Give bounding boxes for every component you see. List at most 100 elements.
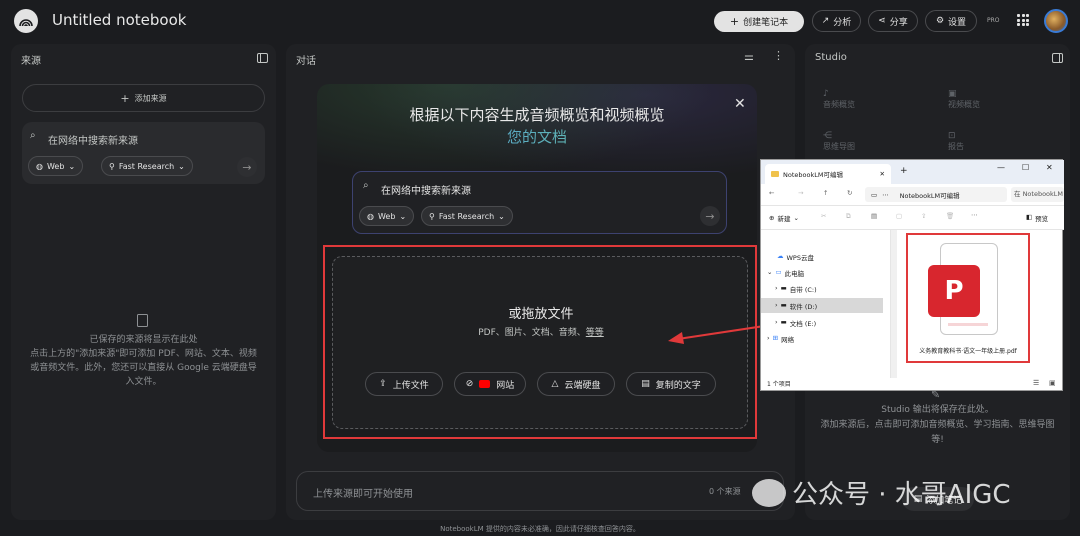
paste-text-button[interactable]: ▤ 复制的文字 — [626, 372, 716, 396]
disclaimer: NotebookLM 提供的内容未必准确，因此请仔细核查回答内容。 — [440, 525, 640, 533]
nav-item-network[interactable]: › ⊞ 网络 — [767, 334, 794, 344]
refresh-icon[interactable]: ↻ — [847, 189, 852, 197]
web-chip[interactable]: ◍ Web ⌄ — [28, 156, 84, 176]
website-button[interactable]: ⊘ 网站 — [454, 372, 526, 396]
drive-icon: ▬ — [780, 318, 787, 326]
drive-label: 云端硬盘 — [564, 380, 601, 391]
chat-input[interactable]: 上传来源即可开始使用 0 个来源 — [296, 471, 784, 511]
up-icon[interactable]: ↑ — [823, 189, 828, 197]
modal-web-chip[interactable]: ◍ Web ⌄ — [359, 206, 415, 226]
empty-line-2: 点击上方的"添加来源"即可添加 PDF、网站、文本、视频 — [30, 349, 257, 359]
explorer-tab[interactable]: NotebookLM可编辑 ✕ — [765, 164, 891, 184]
mind-map-item[interactable]: ⋲ 思维导图 — [823, 131, 855, 152]
sources-panel: 来源 + 添加来源 ⌕ 在网络中搜索新来源 ◍ Web ⌄ ⚲ Fast Res… — [11, 44, 276, 520]
chevron-down-icon: ⌄ — [399, 211, 407, 221]
folder-icon — [771, 171, 779, 177]
gear-icon: ⚙ — [935, 16, 945, 26]
modal-fast-research-chip[interactable]: ⚲ Fast Research ⌄ — [421, 206, 513, 226]
chevron-down-icon: ⌄ — [68, 161, 76, 171]
empty-line-3: 或音频文件。此外，您还可以直接从 Google 云端硬盘导 — [30, 363, 257, 373]
thumbnail-view-icon[interactable]: ▣ — [1049, 379, 1056, 387]
maximize-icon[interactable]: ☐ — [1022, 163, 1029, 172]
more-vert-icon[interactable]: ⋮ — [773, 49, 784, 62]
scrollbar[interactable] — [891, 230, 897, 378]
avatar[interactable] — [1044, 9, 1068, 33]
notebook-title[interactable]: Untitled notebook — [52, 11, 186, 29]
more-icon[interactable]: ⋯ — [971, 211, 978, 219]
pdf-logo-icon: P — [928, 265, 980, 317]
source-search-input[interactable]: 在网络中搜索新来源 — [48, 132, 138, 147]
back-icon[interactable]: ← — [769, 189, 774, 197]
file-name: 义务教育教科书·语文一年级上册.pdf — [919, 348, 1017, 355]
share-button[interactable]: ⋖ 分享 — [868, 10, 918, 32]
modal-submit-arrow-button[interactable]: → — [700, 206, 720, 226]
clipboard-icon: ▤ — [641, 379, 650, 389]
nav-item-c[interactable]: › ▬ 自带 (C:) — [775, 284, 817, 294]
explorer-toolbar: ⊕ 新建 ⌄ ✂ ⧉ ▤ ▢ ⇪ 🗑 ⋯ ◧ 预览 — [761, 206, 1064, 230]
report-item[interactable]: ⊡ 报告 — [948, 131, 964, 152]
audio-overview-item[interactable]: ♪ 音频概览 — [823, 89, 855, 110]
video-overview-label: 视频概览 — [948, 100, 980, 109]
search-icon: ⌕ — [30, 130, 36, 141]
more-types-link[interactable]: 等等 — [586, 328, 604, 338]
submit-arrow-button[interactable]: → — [237, 157, 257, 177]
page-line — [948, 323, 988, 326]
tune-settings-icon[interactable]: ⚌ — [744, 50, 754, 63]
nav-item-this-pc[interactable]: ⌄ ▭ 此电脑 — [767, 268, 804, 278]
copy-icon[interactable]: ⧉ — [846, 212, 851, 221]
settings-button[interactable]: ⚙ 设置 — [925, 10, 977, 32]
share-icon[interactable]: ⇪ — [921, 212, 926, 220]
explorer-navbar: ← → ↑ ↻ ▭ ⋯ NotebookLM可编辑 在 NotebookLM — [761, 184, 1064, 206]
report-label: 报告 — [948, 142, 964, 151]
collapse-panel-icon[interactable] — [257, 53, 268, 63]
minimize-icon[interactable]: — — [997, 163, 1005, 172]
chat-input-placeholder: 上传来源即可开始使用 — [313, 489, 413, 500]
apps-grid-icon[interactable] — [1017, 14, 1029, 26]
paste-icon[interactable]: ▤ — [871, 212, 877, 220]
plus-icon: + — [729, 15, 740, 28]
create-notebook-button[interactable]: + 创建笔记本 — [714, 11, 804, 32]
create-notebook-label: 创建笔记本 — [743, 18, 789, 28]
fast-research-chip[interactable]: ⚲ Fast Research ⌄ — [101, 156, 193, 176]
watermark-text: 公众号 · 水哥AIGC — [792, 480, 1011, 510]
nav-label-this-pc: 此电脑 — [784, 270, 805, 278]
add-source-label: 添加来源 — [134, 93, 167, 103]
preview-button[interactable]: ◧ 预览 — [1026, 213, 1048, 223]
file-explorer-window: NotebookLM可编辑 ✕ + — ☐ ✕ ← → ↑ ↻ ▭ ⋯ Note… — [760, 159, 1064, 391]
new-button[interactable]: ⊕ 新建 ⌄ — [769, 213, 799, 223]
web-chip-label: Web — [46, 161, 65, 171]
close-icon[interactable]: ✕ — [880, 170, 885, 178]
studio-empty-line-3: 等! — [931, 435, 944, 445]
google-drive-button[interactable]: △ 云端硬盘 — [537, 372, 615, 396]
source-search-box: ⌕ 在网络中搜索新来源 ◍ Web ⌄ ⚲ Fast Research ⌄ → — [22, 122, 265, 184]
address-bar[interactable]: ▭ ⋯ NotebookLM可编辑 — [865, 187, 1007, 202]
studio-empty-line-2: 添加来源后，点击即可添加音频概览、学习指南、思维导图 — [820, 420, 1055, 430]
nav-item-wps[interactable]: ☁ WPS云盘 — [777, 252, 814, 262]
nav-item-d[interactable]: › ▬ 软件 (D:) — [775, 301, 817, 311]
add-source-button[interactable]: + 添加来源 — [22, 84, 265, 112]
nav-label-d: 软件 (D:) — [789, 303, 818, 311]
close-window-icon[interactable]: ✕ — [1046, 163, 1053, 172]
modal-search-input[interactable]: 在网络中搜索新来源 — [381, 182, 471, 197]
analyze-button[interactable]: ↗ 分析 — [812, 10, 861, 32]
top-bar: Untitled notebook + 创建笔记本 ↗ 分析 ⋖ 分享 ⚙ 设置… — [0, 0, 1080, 42]
collapse-panel-icon[interactable] — [1052, 53, 1063, 63]
new-tab-icon[interactable]: + — [900, 166, 908, 176]
mind-map-label: 思维导图 — [823, 142, 855, 151]
video-overview-item[interactable]: ▣ 视频概览 — [948, 89, 980, 110]
details-view-icon[interactable]: ☰ — [1033, 379, 1039, 387]
youtube-icon — [479, 380, 491, 388]
nav-item-e[interactable]: › ▬ 文档 (E:) — [775, 318, 816, 328]
trend-icon: ↗ — [821, 16, 830, 26]
drop-types-text: PDF、图片、文档、音频、 — [478, 328, 586, 338]
pdf-file-icon[interactable]: P — [928, 243, 998, 335]
upload-file-button[interactable]: ⇪ 上传文件 — [365, 372, 443, 396]
notebooklm-logo-icon[interactable] — [14, 9, 38, 33]
forward-icon[interactable]: → — [798, 189, 803, 197]
close-icon[interactable]: ✕ — [734, 96, 746, 112]
explorer-search-input[interactable]: 在 NotebookLM — [1011, 187, 1064, 202]
delete-icon[interactable]: 🗑 — [946, 212, 954, 220]
rename-icon[interactable]: ▢ — [896, 212, 902, 220]
upload-icon: ⇪ — [379, 379, 387, 389]
cut-icon[interactable]: ✂ — [821, 212, 826, 220]
